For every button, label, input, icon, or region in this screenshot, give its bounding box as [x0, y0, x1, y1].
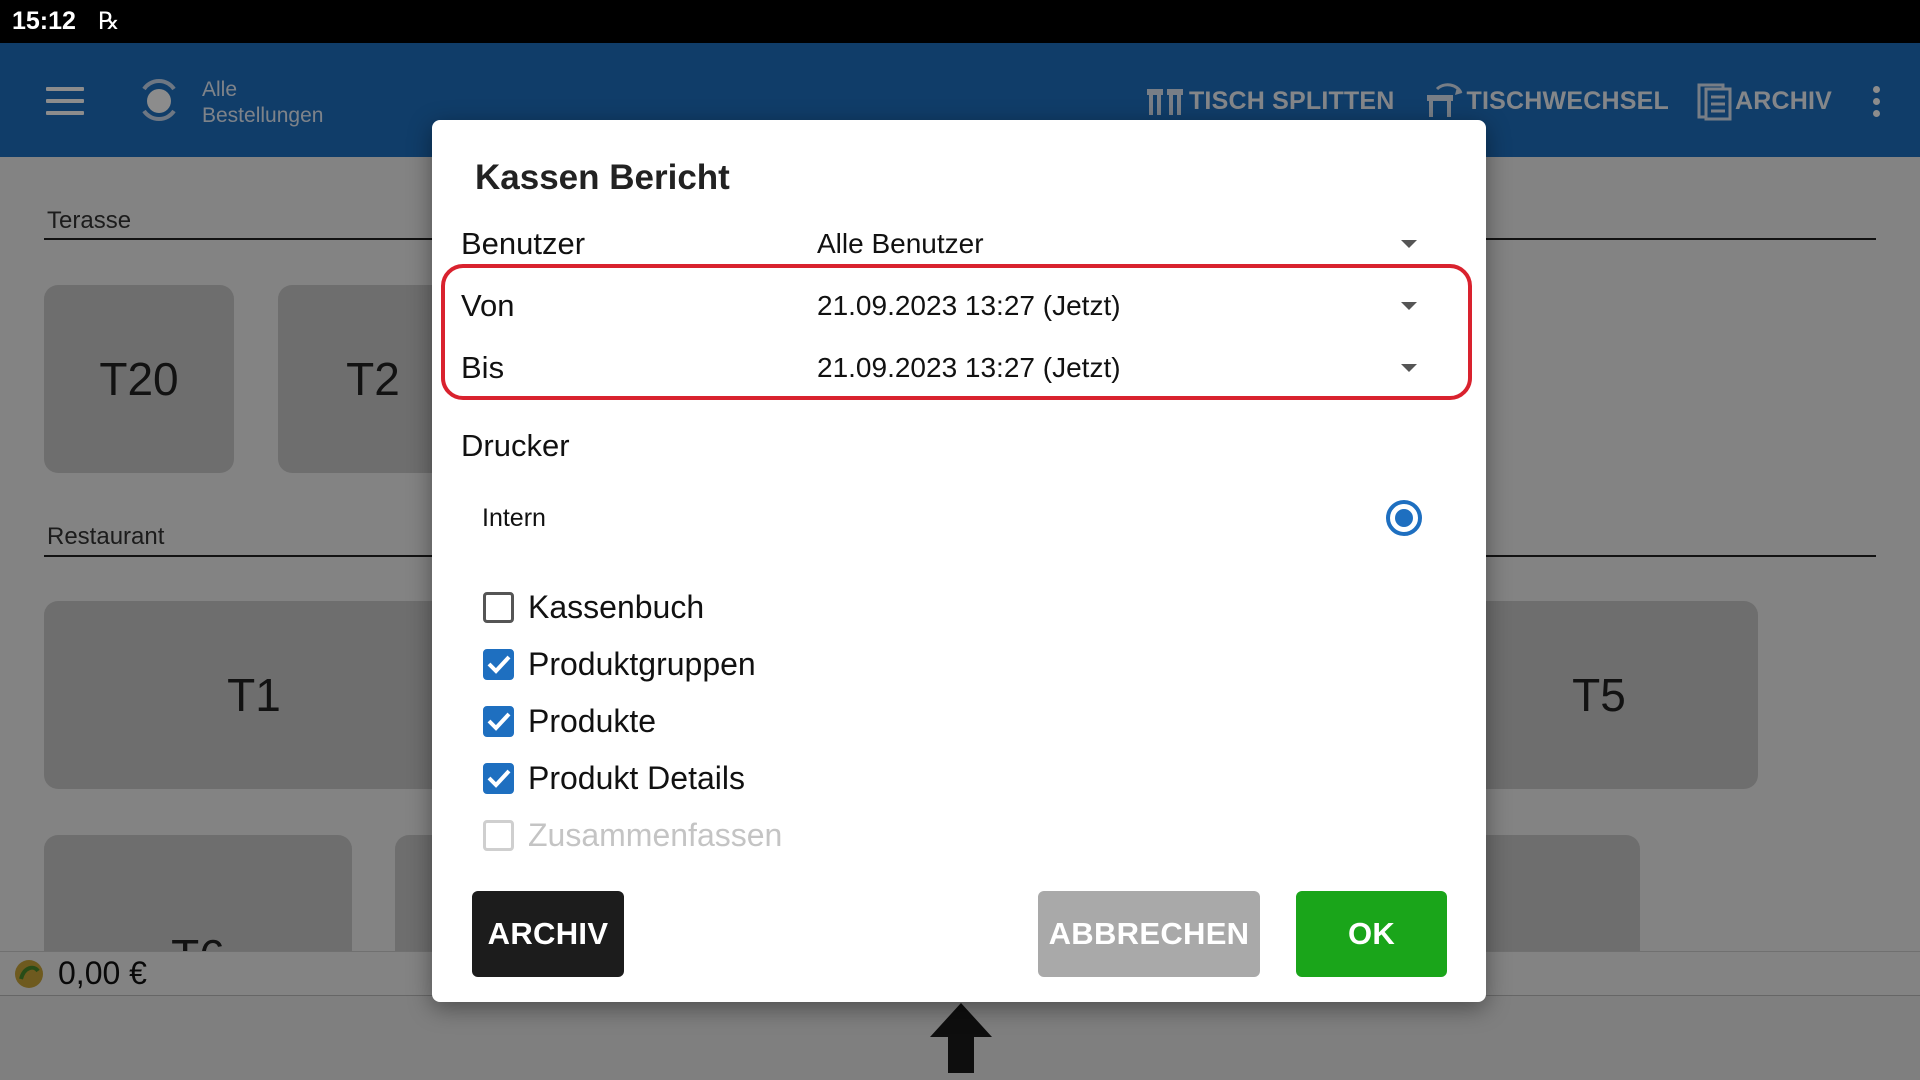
checkbox-label: Produkte [528, 702, 657, 739]
cancel-button[interactable]: ABBRECHEN [1038, 891, 1260, 977]
checkbox-label: Zusammenfassen [528, 816, 783, 853]
checkbox-produkte[interactable] [483, 705, 514, 737]
checkbox-label: Produktgruppen [528, 645, 756, 682]
checkbox-row-zusammenfassen: Zusammenfassen [483, 811, 782, 859]
swipe-icon: ℞ [97, 8, 120, 35]
user-value: Alle Benutzer [817, 228, 984, 259]
to-value: 21.09.2023 13:27 (Jetzt) [817, 352, 1121, 383]
printer-radio[interactable] [1386, 500, 1422, 536]
to-label: Bis [461, 350, 505, 385]
check-icon [487, 769, 510, 788]
checkbox-label: Kassenbuch [528, 588, 705, 625]
checkbox-produkt-details[interactable] [483, 762, 514, 794]
printer-option-intern[interactable]: Intern [482, 494, 1422, 542]
cash-report-dialog: Kassen Bericht Benutzer Alle Benutzer Vo… [432, 120, 1486, 1002]
checkbox-label: Produkt Details [528, 759, 745, 796]
app-screen: 15:12 ℞ Alle Bestellungen TISCH SPLITTEN [0, 0, 1920, 1080]
checkbox-zusammenfassen [483, 819, 514, 851]
user-label: Benutzer [461, 226, 586, 261]
chevron-down-icon [1401, 364, 1417, 372]
checkbox-kassenbuch[interactable] [483, 591, 514, 623]
checkbox-row-kassenbuch[interactable]: Kassenbuch [483, 583, 704, 631]
chevron-down-icon [1401, 240, 1417, 248]
check-icon [487, 655, 510, 674]
from-label: Von [461, 288, 515, 323]
ok-button[interactable]: OK [1296, 891, 1447, 977]
check-icon [487, 712, 510, 731]
from-value: 21.09.2023 13:27 (Jetzt) [817, 290, 1121, 321]
to-date-select[interactable]: Bis 21.09.2023 13:27 (Jetzt) [461, 340, 1451, 396]
checkbox-produktgruppen[interactable] [483, 648, 514, 680]
printer-option-label: Intern [482, 503, 546, 532]
checkbox-row-produkte[interactable]: Produkte [483, 697, 656, 745]
dialog-title: Kassen Bericht [475, 158, 730, 197]
chevron-down-icon [1401, 302, 1417, 310]
checkbox-row-produkt-details[interactable]: Produkt Details [483, 754, 745, 802]
status-bar: 15:12 ℞ [0, 0, 1920, 43]
archiv-button[interactable]: ARCHIV [472, 891, 624, 977]
radio-selected-dot [1395, 509, 1413, 527]
printer-label: Drucker [461, 428, 570, 463]
status-time: 15:12 [12, 7, 76, 35]
from-date-select[interactable]: Von 21.09.2023 13:27 (Jetzt) [461, 278, 1451, 334]
checkbox-row-produktgruppen[interactable]: Produktgruppen [483, 640, 756, 688]
